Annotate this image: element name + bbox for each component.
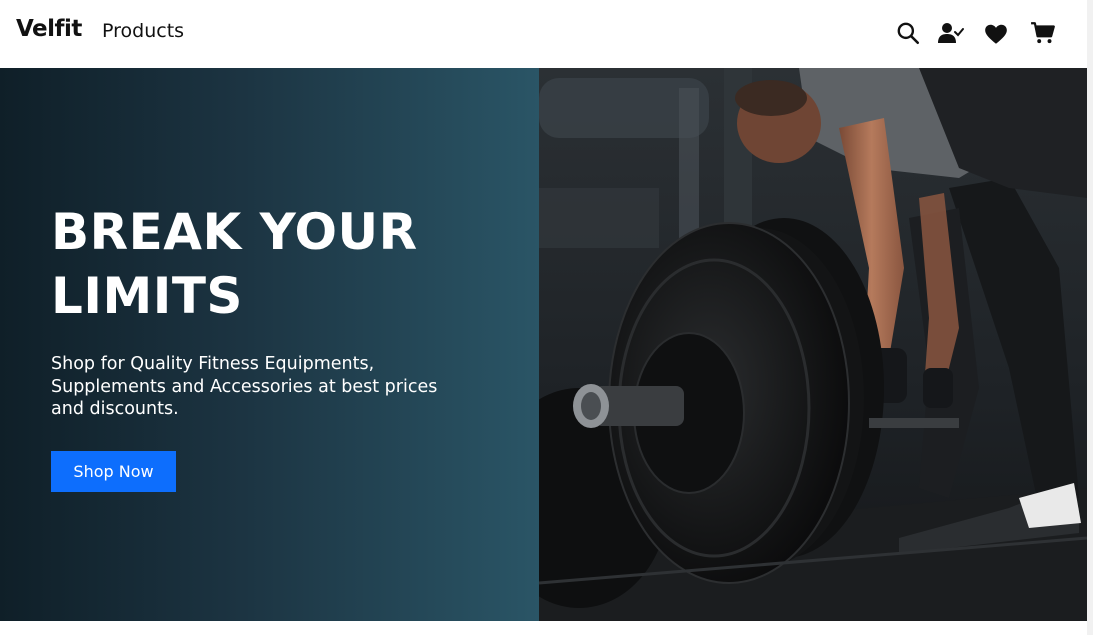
heart-icon[interactable]	[983, 21, 1009, 47]
page-bottom	[0, 621, 1087, 635]
search-icon[interactable]	[895, 20, 921, 46]
gym-barbell-illustration	[539, 68, 1087, 621]
hero-image	[539, 68, 1087, 621]
brand-logo[interactable]: Velfit	[16, 16, 82, 42]
nav-link-products[interactable]: Products	[102, 20, 184, 42]
cart-icon[interactable]	[1030, 20, 1056, 46]
hero-subtitle: Shop for Quality Fitness Equipments, Sup…	[51, 354, 438, 419]
user-check-icon[interactable]	[938, 20, 964, 46]
scrollbar[interactable]	[1087, 0, 1093, 635]
shop-now-button[interactable]: Shop Now	[51, 451, 176, 492]
hero-banner: BREAK YOUR LIMITS Shop for Quality Fitne…	[0, 68, 1087, 621]
hero-text-panel: BREAK YOUR LIMITS Shop for Quality Fitne…	[0, 68, 539, 621]
navbar: Velfit Products	[0, 0, 1087, 68]
hero-title: BREAK YOUR LIMITS	[51, 203, 418, 325]
